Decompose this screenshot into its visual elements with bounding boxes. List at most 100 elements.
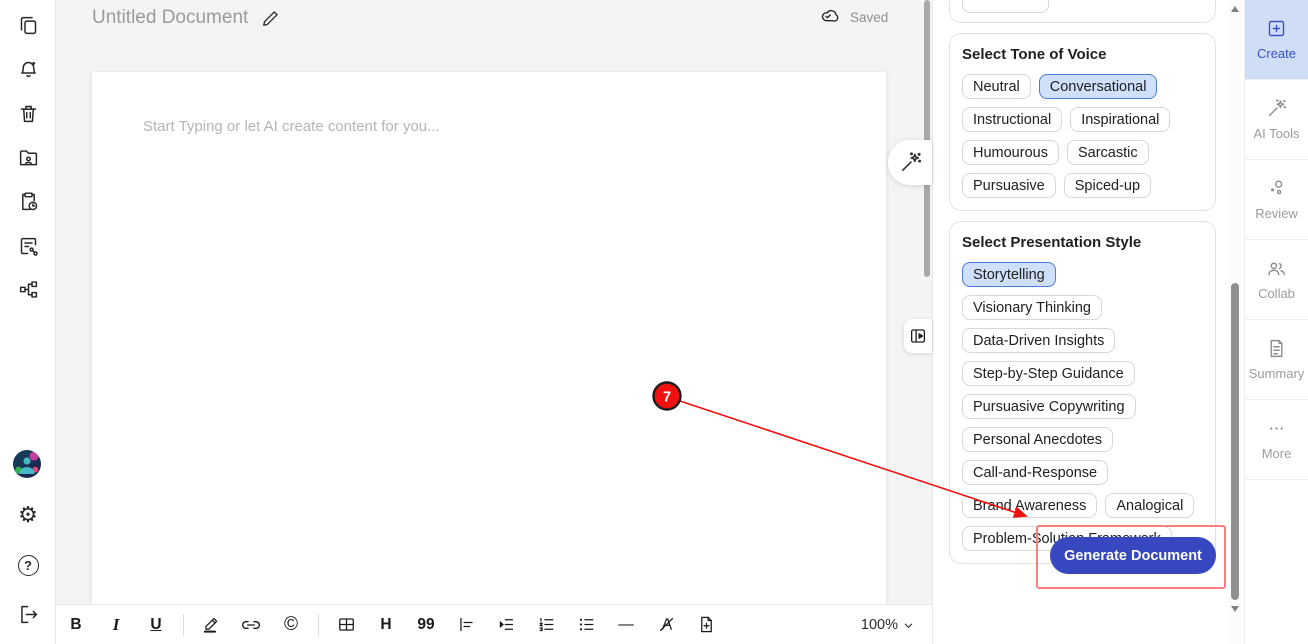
help-glyph: ? (18, 555, 39, 576)
magic-wand-icon (1266, 98, 1287, 119)
rail-tab-label: Summary (1249, 366, 1305, 381)
document-options-panel: Select Tone of Voice Neutral Conversatio… (932, 0, 1244, 644)
align-left-button[interactable] (453, 612, 479, 638)
tone-chip-humourous[interactable]: Humourous (962, 140, 1059, 165)
underline-glyph: U (150, 616, 161, 634)
review-dots-icon (1266, 178, 1287, 199)
right-rail: Create AI Tools Review Collab Summary Mo… (1244, 0, 1308, 644)
saved-label: Saved (850, 10, 888, 25)
gear-glyph: ⚙ (18, 504, 38, 526)
bullet-list-button[interactable] (573, 612, 599, 638)
style-chip-storytelling[interactable]: Storytelling (962, 262, 1056, 287)
tone-chip-pursuasive[interactable]: Pursuasive (962, 173, 1056, 198)
style-chip-brand-awareness[interactable]: Brand Awareness (962, 493, 1097, 518)
rail-tab-label: More (1262, 446, 1292, 461)
rail-tab-label: Review (1255, 206, 1298, 221)
heading-button[interactable]: H (373, 612, 399, 638)
tone-chip-sarcastic[interactable]: Sarcastic (1067, 140, 1149, 165)
tone-card-title: Select Tone of Voice (962, 46, 1203, 63)
tone-of-voice-card: Select Tone of Voice Neutral Conversatio… (949, 33, 1216, 211)
blockquote-glyph: 99 (417, 616, 434, 634)
trash-icon[interactable] (15, 100, 41, 126)
tone-chip-instructional[interactable]: Instructional (962, 107, 1062, 132)
folder-profile-icon[interactable] (15, 145, 41, 171)
editor-placeholder: Start Typing or let AI create content fo… (143, 118, 440, 135)
rail-tab-create[interactable]: Create (1245, 0, 1308, 80)
document-canvas[interactable]: Start Typing or let AI create content fo… (92, 72, 886, 604)
tone-chip-inspirational[interactable]: Inspirational (1070, 107, 1170, 132)
style-chip-pursuasive-copywriting[interactable]: Pursuasive Copywriting (962, 394, 1136, 419)
rail-tab-collab[interactable]: Collab (1245, 240, 1308, 320)
formatting-toolbar: B I U © H 99 (56, 604, 932, 644)
rail-tab-label: Collab (1258, 286, 1295, 301)
clear-formatting-button[interactable] (653, 612, 679, 638)
partial-chip[interactable] (962, 0, 1049, 13)
style-chip-step-by-step-guidance[interactable]: Step-by-Step Guidance (962, 361, 1135, 386)
document-workflow-icon[interactable] (15, 233, 41, 259)
panel-toggle-button[interactable] (904, 319, 932, 353)
italic-button[interactable]: I (103, 612, 129, 638)
plus-square-icon (1266, 18, 1287, 39)
previous-options-card (949, 0, 1216, 23)
scroll-down-arrow-icon[interactable] (1231, 606, 1239, 612)
help-icon[interactable]: ? (15, 552, 41, 578)
style-chip-visionary-thinking[interactable]: Visionary Thinking (962, 295, 1102, 320)
insert-file-button[interactable] (693, 612, 719, 638)
blockquote-button[interactable]: 99 (413, 612, 439, 638)
style-chip-data-driven-insights[interactable]: Data-Driven Insights (962, 328, 1115, 353)
editor-scrollbar[interactable] (924, 0, 930, 277)
save-status: Saved (817, 8, 888, 27)
style-chip-analogical[interactable]: Analogical (1105, 493, 1194, 518)
style-chip-personal-anecdotes[interactable]: Personal Anecdotes (962, 427, 1113, 452)
clipboard-history-icon[interactable] (15, 188, 41, 214)
ordered-list-button[interactable] (533, 612, 559, 638)
tone-chip-spiced-up[interactable]: Spiced-up (1064, 173, 1151, 198)
notification-bell-icon[interactable] (15, 56, 41, 82)
tone-chip-conversational[interactable]: Conversational (1039, 74, 1158, 99)
main-editor-area: Untitled Document Saved Start Typing or … (56, 0, 932, 644)
cloud-check-icon (817, 8, 839, 27)
sitemap-icon[interactable] (15, 276, 41, 302)
panel-scrollbar[interactable] (1229, 0, 1241, 644)
rail-tab-ai-tools[interactable]: AI Tools (1245, 80, 1308, 160)
edit-title-pencil-icon[interactable] (261, 9, 280, 28)
link-button[interactable] (238, 612, 264, 638)
bold-button[interactable]: B (63, 612, 89, 638)
generate-document-button[interactable]: Generate Document (1050, 537, 1216, 574)
zoom-level: 100% (861, 617, 898, 633)
toolbar-divider (183, 614, 184, 636)
table-button[interactable] (333, 612, 359, 638)
rail-tab-more[interactable]: More (1245, 400, 1308, 480)
rail-tab-review[interactable]: Review (1245, 160, 1308, 240)
italic-glyph: I (113, 615, 120, 635)
toolbar-divider (318, 614, 319, 636)
tone-chip-neutral[interactable]: Neutral (962, 74, 1031, 99)
style-card-title: Select Presentation Style (962, 234, 1203, 251)
more-ellipsis-icon (1266, 418, 1287, 439)
zoom-control[interactable]: 100% (861, 605, 914, 644)
ai-wand-button[interactable] (888, 140, 932, 185)
rail-tab-label: Create (1257, 46, 1296, 61)
panel-scrollbar-thumb[interactable] (1231, 283, 1239, 600)
highlight-button[interactable] (198, 612, 224, 638)
copyright-button[interactable]: © (278, 612, 304, 638)
avatar[interactable] (13, 450, 41, 478)
underline-button[interactable]: U (143, 612, 169, 638)
scroll-up-arrow-icon[interactable] (1231, 6, 1239, 12)
rail-tab-summary[interactable]: Summary (1245, 320, 1308, 400)
copy-pages-icon[interactable] (15, 12, 41, 38)
app-window: ⚙ ? Untitled Document Saved Start Typing… (0, 0, 1308, 644)
settings-gear-icon[interactable]: ⚙ (15, 502, 41, 528)
document-title[interactable]: Untitled Document (92, 7, 248, 29)
bold-glyph: B (70, 616, 81, 634)
horizontal-rule-button[interactable]: — (613, 612, 639, 638)
presentation-style-card: Select Presentation Style Storytelling V… (949, 221, 1216, 564)
style-chip-call-and-response[interactable]: Call-and-Response (962, 460, 1108, 485)
indent-button[interactable] (493, 612, 519, 638)
chevron-down-icon (903, 620, 914, 631)
heading-glyph: H (380, 616, 391, 634)
summary-document-icon (1266, 338, 1287, 359)
rail-tab-label: AI Tools (1253, 126, 1299, 141)
copyright-glyph: © (284, 614, 298, 636)
logout-icon[interactable] (15, 601, 41, 627)
